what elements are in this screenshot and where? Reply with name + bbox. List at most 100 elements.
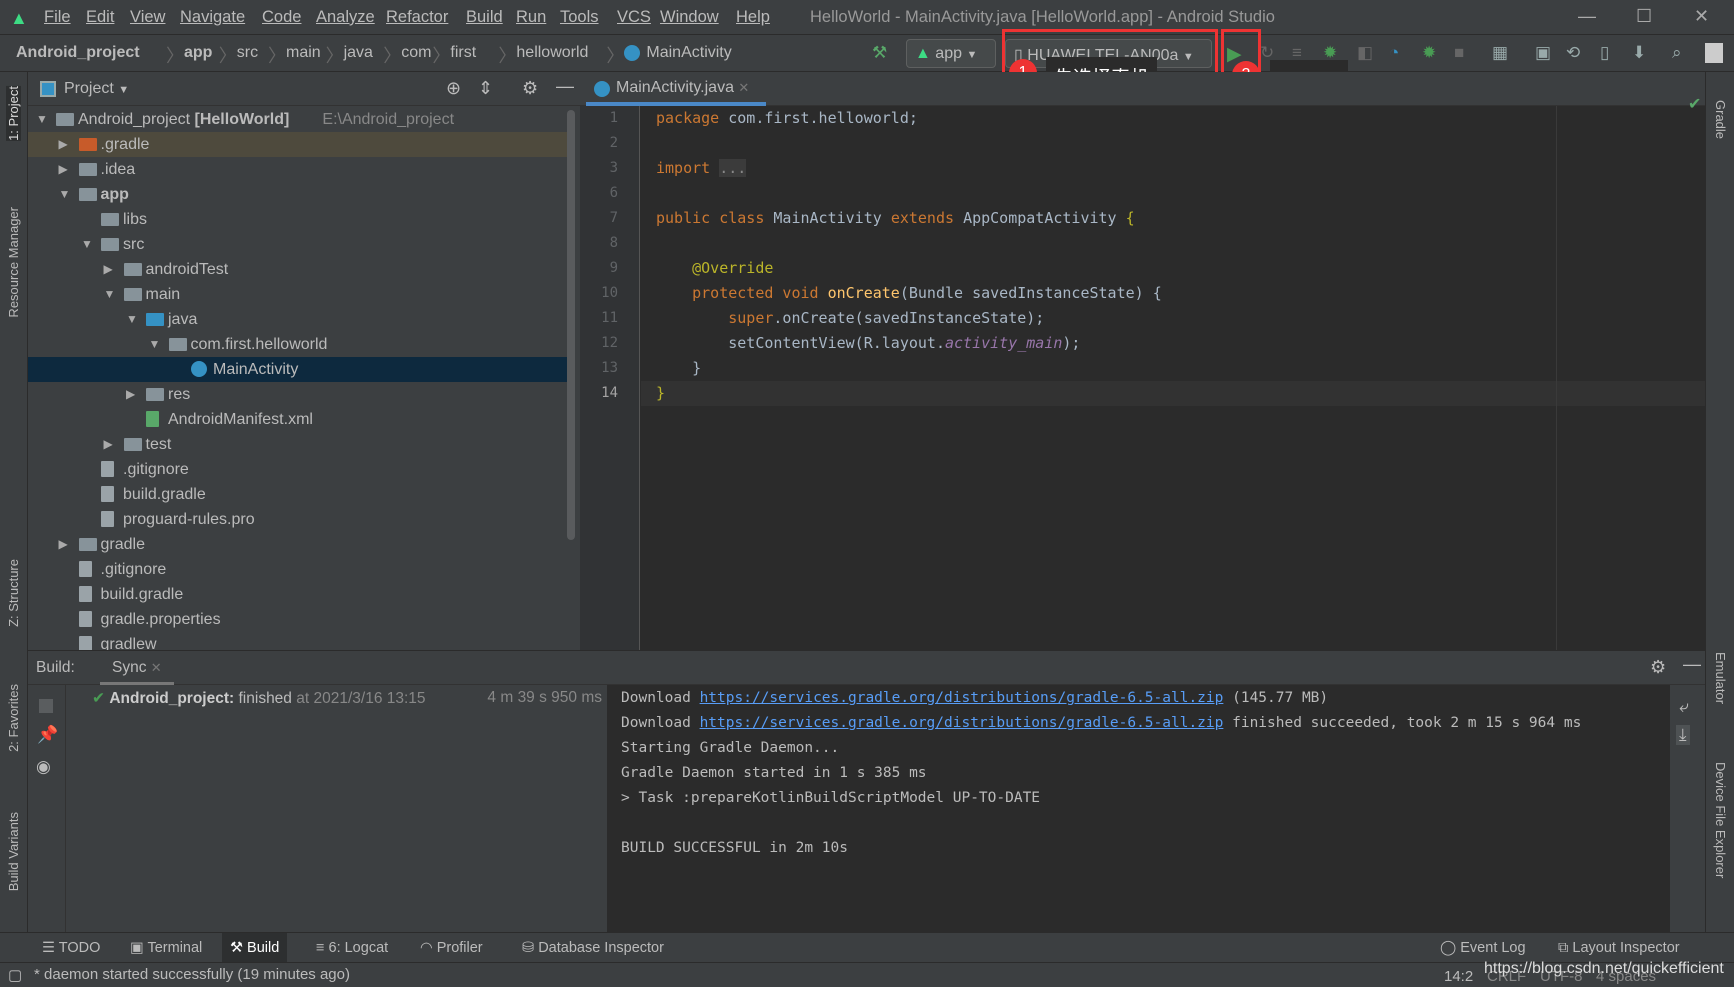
tool-window-device-file-explorer[interactable]: Device File Explorer [1713, 762, 1728, 878]
menu-edit[interactable]: Edit [86, 8, 114, 27]
collapsed-arrow-icon[interactable]: ▶ [104, 257, 113, 282]
tree-item[interactable]: ▼app [28, 182, 568, 207]
tree-item[interactable]: ▶res [28, 382, 568, 407]
menu-build[interactable]: Build [466, 8, 503, 27]
attach-debugger-icon[interactable]: ◧ [1357, 43, 1373, 63]
tool-window-emulator[interactable]: Emulator [1713, 652, 1728, 704]
tool-tab-todo[interactable]: ☰ TODO [34, 933, 108, 963]
toggle-tool-windows-icon[interactable]: ▢ [8, 966, 22, 984]
expanded-arrow-icon[interactable]: ▼ [126, 307, 138, 332]
project-structure-icon[interactable]: ▦ [1492, 43, 1508, 63]
tree-item[interactable]: MainActivity [28, 357, 568, 382]
tool-window-build-variants[interactable]: Build Variants [6, 812, 21, 891]
breadcrumb-item[interactable]: src [237, 44, 258, 62]
expanded-arrow-icon[interactable]: ▼ [36, 107, 48, 132]
code-line[interactable]: super.onCreate(savedInstanceState); [656, 306, 1044, 331]
hide-icon[interactable]: — [556, 76, 574, 97]
menu-navigate[interactable]: Navigate [180, 8, 245, 27]
sdk-manager-icon[interactable]: ⬇ [1632, 43, 1646, 63]
tree-item[interactable]: proguard-rules.pro [28, 507, 568, 532]
menu-run[interactable]: Run [516, 8, 546, 27]
tool-tab-layout-inspector[interactable]: ⧉ Layout Inspector [1550, 933, 1688, 963]
collapsed-arrow-icon[interactable]: ▶ [59, 532, 68, 557]
breadcrumb-item[interactable]: com [401, 44, 431, 62]
attach-debug-process-icon[interactable]: ✹ [1422, 43, 1436, 63]
tool-window-favorites[interactable]: 2: Favorites [6, 684, 21, 752]
hammer-build-icon[interactable]: ⚒ [872, 43, 887, 63]
collapsed-arrow-icon[interactable]: ▶ [59, 157, 68, 182]
tool-tab-database-inspector[interactable]: ⛁ Database Inspector [514, 933, 672, 963]
tree-item[interactable]: ▶.gradle [28, 132, 568, 157]
tool-window-gradle[interactable]: Gradle [1713, 100, 1728, 139]
scroll-to-end-icon[interactable]: ⤓ [1676, 725, 1690, 745]
project-scrollbar[interactable] [567, 110, 575, 540]
cursor-position[interactable]: 14:2 [1444, 968, 1473, 985]
tab-mainactivity-java[interactable]: MainActivity.java ✕ [586, 72, 766, 106]
stop-icon[interactable]: ■ [1454, 43, 1464, 63]
tree-item[interactable]: build.gradle [28, 582, 568, 607]
breadcrumb-item[interactable]: MainActivity [646, 44, 731, 62]
tree-item[interactable]: .gitignore [28, 457, 568, 482]
maximize-button[interactable]: ☐ [1636, 6, 1652, 27]
tool-tab-logcat[interactable]: ≡ 6: Logcat [308, 933, 396, 963]
avd-manager-icon[interactable]: ▣ [1535, 43, 1551, 63]
build-console[interactable]: Download https://services.gradle.org/dis… [607, 685, 1670, 933]
collapsed-arrow-icon[interactable]: ▶ [59, 132, 68, 157]
menu-tools[interactable]: Tools [560, 8, 599, 27]
avatar[interactable] [1705, 43, 1723, 63]
build-task-row[interactable]: ✔ Android_project: finished at 2021/3/16… [92, 689, 602, 708]
tree-item[interactable]: ▼com.first.helloworld [28, 332, 568, 357]
tool-window-resource-manager[interactable]: Resource Manager [6, 207, 21, 318]
tool-tab-profiler[interactable]: ◠ Profiler [412, 933, 491, 963]
tree-item[interactable]: libs [28, 207, 568, 232]
menu-refactor[interactable]: Refactor [386, 8, 448, 27]
menu-file[interactable]: File [44, 8, 71, 27]
collapse-all-icon[interactable]: ⇕ [478, 78, 493, 99]
sync-gradle-icon[interactable]: ⟲ [1566, 43, 1580, 63]
code-line[interactable]: @Override [656, 256, 773, 281]
expanded-arrow-icon[interactable]: ▼ [104, 282, 116, 307]
pin-icon[interactable]: 📌 [37, 725, 58, 745]
breadcrumb-item[interactable]: helloworld [516, 44, 588, 62]
download-link[interactable]: https://services.gradle.org/distribution… [700, 690, 1224, 706]
gear-icon[interactable]: ⚙ [1650, 657, 1666, 678]
tree-item[interactable]: ▶test [28, 432, 568, 457]
code-line[interactable]: } [656, 356, 701, 381]
eye-icon[interactable]: ◉ [36, 757, 51, 777]
tool-window-project[interactable]: 1: Project [6, 86, 21, 141]
collapsed-arrow-icon[interactable]: ▶ [104, 432, 113, 457]
stop-icon[interactable] [39, 699, 53, 713]
close-button[interactable]: ✕ [1694, 6, 1709, 27]
tree-item[interactable]: gradlew [28, 632, 568, 650]
code-line[interactable]: } [656, 381, 665, 406]
breadcrumb-item[interactable]: Android_project [16, 44, 140, 62]
search-icon[interactable]: ⌕ [1672, 43, 1682, 63]
locate-icon[interactable]: ⊕ [446, 78, 461, 99]
expanded-arrow-icon[interactable]: ▼ [149, 332, 161, 357]
tree-item[interactable]: .gitignore [28, 557, 568, 582]
tree-item[interactable]: AndroidManifest.xml [28, 407, 568, 432]
minimize-button[interactable]: — [1578, 6, 1596, 27]
tree-item[interactable]: ▶androidTest [28, 257, 568, 282]
profile-icon[interactable]: ◔ [1389, 43, 1399, 63]
code-line[interactable]: protected void onCreate(Bundle savedInst… [656, 281, 1162, 306]
menu-window[interactable]: Window [660, 8, 719, 27]
device-manager-icon[interactable]: ▯ [1600, 43, 1609, 63]
menu-analyze[interactable]: Analyze [316, 8, 375, 27]
status-message[interactable]: * daemon started successfully (19 minute… [34, 966, 350, 983]
code-line[interactable]: import ... [656, 156, 746, 181]
tree-item[interactable]: build.gradle [28, 482, 568, 507]
download-link[interactable]: https://services.gradle.org/distribution… [700, 715, 1224, 731]
code-line[interactable]: setContentView(R.layout.activity_main); [656, 331, 1080, 356]
breadcrumb-item[interactable]: app [184, 44, 212, 62]
tool-window-structure[interactable]: Z: Structure [6, 559, 21, 627]
tool-tab-terminal[interactable]: ▣ Terminal [122, 933, 210, 963]
tree-item[interactable]: ▶gradle [28, 532, 568, 557]
menu-help[interactable]: Help [736, 8, 770, 27]
tree-item[interactable]: ▼java [28, 307, 568, 332]
expanded-arrow-icon[interactable]: ▼ [59, 182, 71, 207]
hide-icon[interactable]: — [1683, 654, 1701, 675]
close-tab-icon[interactable]: ✕ [151, 660, 162, 675]
gear-icon[interactable]: ⚙ [522, 78, 538, 99]
menu-view[interactable]: View [130, 8, 165, 27]
